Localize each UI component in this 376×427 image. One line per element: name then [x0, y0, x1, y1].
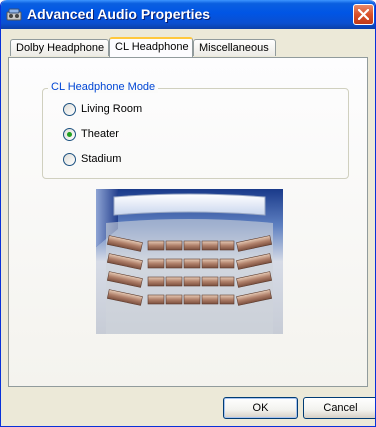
radio-circle[interactable] [63, 128, 76, 141]
tab-label: Dolby Headphone [16, 42, 105, 54]
tab-label: CL Headphone [115, 41, 189, 53]
groupbox-label: CL Headphone Mode [48, 81, 159, 93]
radio-selected-dot [67, 132, 72, 137]
title-bar[interactable]: Advanced Audio Properties [1, 0, 375, 29]
radio-label: Theater [81, 128, 119, 140]
radio-circle[interactable] [63, 153, 76, 166]
window-title: Advanced Audio Properties [27, 6, 211, 22]
tab-panel: CL Headphone Mode Living Room Theater St… [8, 57, 368, 387]
tab-label: Miscellaneous [199, 42, 269, 54]
ok-button[interactable]: OK [223, 397, 298, 419]
speaker-app-icon [6, 7, 22, 21]
tab-dolby-headphone[interactable]: Dolby Headphone [10, 39, 109, 56]
radio-label: Living Room [81, 103, 143, 115]
radio-label: Stadium [81, 153, 122, 165]
theater-preview-image [96, 189, 283, 334]
close-icon [358, 9, 369, 20]
theater-seating-illustration [96, 189, 283, 334]
close-button[interactable] [353, 4, 374, 25]
ok-label: OK [252, 402, 269, 414]
dialog-window: Advanced Audio Properties Dolby Headphon… [0, 0, 376, 427]
headphone-mode-groupbox: CL Headphone Mode Living Room Theater St… [42, 81, 349, 179]
tab-miscellaneous[interactable]: Miscellaneous [193, 39, 276, 56]
tab-cl-headphone[interactable]: CL Headphone [109, 37, 193, 57]
radio-circle[interactable] [63, 103, 76, 116]
cancel-label: Cancel [323, 402, 358, 414]
cancel-button[interactable]: Cancel [303, 397, 375, 419]
